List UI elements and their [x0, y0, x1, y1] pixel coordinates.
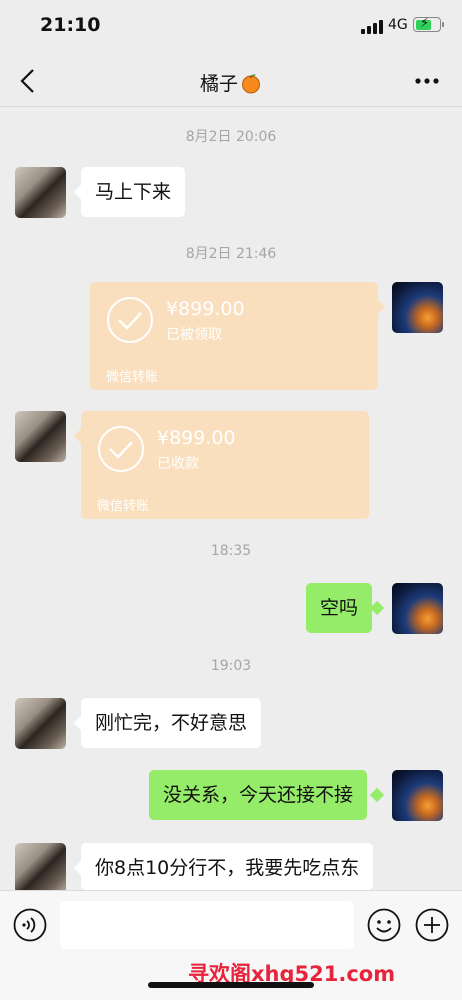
my-avatar[interactable] [392, 282, 443, 333]
bubble-tail [369, 787, 385, 803]
orange-icon [242, 74, 260, 94]
more-button[interactable] [410, 67, 444, 95]
status-time: 21:10 [40, 14, 101, 36]
contact-avatar[interactable] [15, 843, 66, 894]
transfer-status: 已被领取 [166, 327, 222, 343]
more-icon [415, 78, 439, 84]
network-label: 4G [388, 17, 408, 33]
transfer-footer: 微信转账 [106, 370, 159, 385]
my-avatar[interactable] [392, 770, 443, 821]
battery-tip [442, 22, 444, 27]
home-indicator [148, 982, 314, 988]
plus-icon[interactable] [415, 908, 449, 942]
timestamp: 8月2日 20:06 [185, 129, 277, 145]
status-bar: 21:10 4G ⚡ [0, 0, 462, 55]
transfer-card-sent[interactable]: ¥899.00 已被领取 微信转账 [90, 282, 378, 390]
transfer-status: 已收款 [157, 456, 199, 472]
transfer-amount: ¥899.00 [157, 427, 236, 449]
received-message[interactable]: 你8点10分行不，我要先吃点东 [81, 843, 374, 890]
timestamp: 19:03 [210, 658, 252, 674]
voice-icon[interactable] [13, 908, 47, 942]
contact-name: 橘子 [199, 73, 238, 95]
charging-icon: ⚡ [420, 16, 430, 31]
nav-bar: 橘子 [0, 55, 462, 107]
signal-icon [361, 20, 383, 34]
message-input[interactable] [60, 901, 354, 949]
chat-title: 橘子 [0, 69, 462, 96]
my-avatar[interactable] [392, 583, 443, 634]
transfer-amount: ¥899.00 [166, 298, 245, 320]
timestamp: 18:35 [210, 543, 252, 559]
contact-avatar[interactable] [15, 411, 66, 462]
contact-avatar[interactable] [15, 698, 66, 749]
received-message[interactable]: 刚忙完，不好意思 [81, 698, 262, 748]
bubble-tail [369, 600, 385, 616]
transfer-card-received[interactable]: ¥899.00 已收款 微信转账 [81, 411, 369, 519]
received-message[interactable]: 马上下来 [81, 167, 186, 217]
contact-avatar[interactable] [15, 167, 66, 218]
check-circle-icon [98, 426, 144, 472]
check-circle-icon [107, 297, 153, 343]
transfer-footer: 微信转账 [97, 499, 150, 514]
timestamp: 8月2日 21:46 [185, 246, 277, 262]
sent-message[interactable]: 没关系，今天还接不接 [149, 770, 368, 820]
emoji-icon[interactable] [367, 908, 401, 942]
sent-message[interactable]: 空吗 [306, 583, 373, 633]
